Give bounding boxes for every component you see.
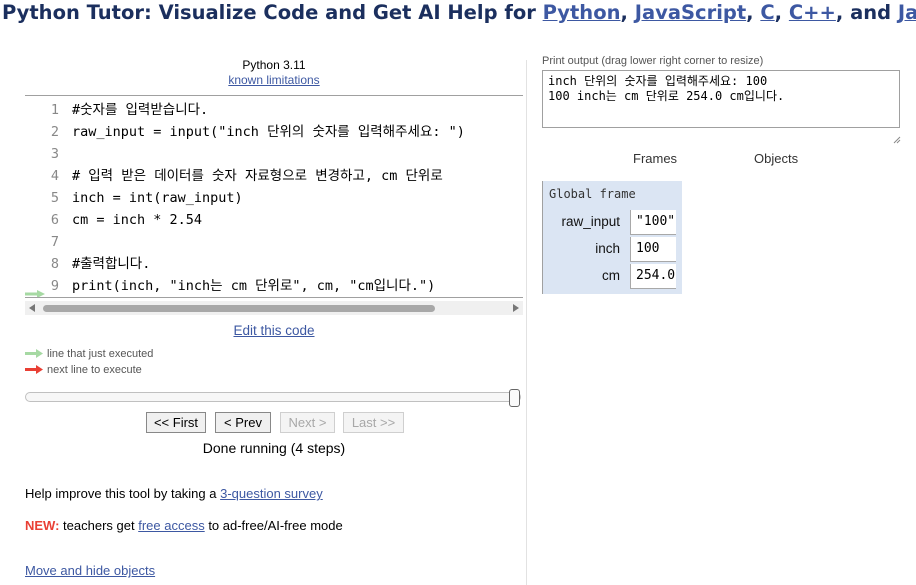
code-text: # 입력 받은 데이터를 숫자 자료형으로 변경하고, cm 단위로 bbox=[72, 168, 443, 184]
code-line: 3 bbox=[25, 143, 523, 165]
variable-row: cm 254.0 bbox=[543, 263, 683, 289]
prev-button[interactable]: < Prev bbox=[215, 412, 271, 433]
new-text-end: to ad-free/AI-free mode bbox=[204, 518, 343, 533]
variable-name: cm bbox=[602, 268, 620, 283]
language-label: Python 3.11 bbox=[242, 58, 306, 72]
code-text: print(inch, "inch는 cm 단위로", cm, "cm입니다."… bbox=[72, 278, 436, 294]
navigation-controls: << First < Prev Next > Last >> bbox=[25, 412, 523, 434]
code-display: 1 #숫자를 입력받습니다. 2 raw_input = input("inch… bbox=[25, 95, 523, 298]
scroll-right-arrow-icon[interactable] bbox=[513, 304, 519, 312]
line-number: 3 bbox=[50, 146, 59, 162]
code-line-current: 9 print(inch, "inch는 cm 단위로", cm, "cm입니다… bbox=[25, 275, 523, 297]
legend-just-executed-label: line that just executed bbox=[47, 348, 154, 360]
panel-divider bbox=[526, 60, 527, 585]
survey-notice: Help improve this tool by taking a 3-que… bbox=[25, 486, 323, 501]
line-number: 4 bbox=[50, 168, 59, 184]
header-separator: , bbox=[746, 1, 761, 24]
line-number: 8 bbox=[50, 256, 59, 272]
cpp-link[interactable]: C++ bbox=[789, 1, 836, 24]
frames-header: Frames bbox=[633, 151, 678, 166]
step-slider-track[interactable] bbox=[25, 392, 521, 402]
code-text: #숫자를 입력받습니다. bbox=[72, 102, 209, 118]
variable-value: 100 bbox=[630, 237, 676, 262]
header-separator: , bbox=[774, 1, 789, 24]
known-limitations-link[interactable]: known limitations bbox=[228, 73, 319, 87]
scrollbar-thumb[interactable] bbox=[43, 305, 435, 312]
edit-code-link[interactable]: Edit this code bbox=[233, 323, 314, 338]
last-button[interactable]: Last >> bbox=[343, 412, 404, 433]
code-line: 4 # 입력 받은 데이터를 숫자 자료형으로 변경하고, cm 단위로 bbox=[25, 165, 523, 187]
first-button[interactable]: << First bbox=[146, 412, 206, 433]
objects-header: Objects bbox=[754, 151, 799, 166]
print-output-box[interactable]: inch 단위의 숫자를 입력해주세요: 100 100 inch는 cm 단위… bbox=[542, 70, 900, 128]
code-panel: Python 3.11 known limitations 1 #숫자를 입력받… bbox=[25, 56, 523, 578]
red-arrow-icon bbox=[25, 365, 43, 374]
variable-name: raw_input bbox=[561, 214, 620, 229]
code-text: cm = inch * 2.54 bbox=[72, 212, 203, 228]
header-separator: , and bbox=[835, 1, 898, 24]
code-line: 5 inch = int(raw_input) bbox=[25, 187, 523, 209]
code-text: inch = int(raw_input) bbox=[72, 190, 243, 206]
variable-row: inch 100 bbox=[543, 236, 683, 262]
survey-link[interactable]: 3-question survey bbox=[220, 486, 323, 501]
new-text: teachers get bbox=[59, 518, 139, 533]
resize-handle-icon[interactable] bbox=[893, 131, 901, 149]
code-line: 2 raw_input = input("inch 단위의 숫자를 입력해주세요… bbox=[25, 121, 523, 143]
java-link[interactable]: Java bbox=[898, 1, 916, 24]
new-notice: NEW: teachers get free access to ad-free… bbox=[25, 518, 343, 533]
run-status: Done running (4 steps) bbox=[202, 440, 346, 456]
line-number: 1 bbox=[50, 102, 59, 118]
scroll-left-arrow-icon[interactable] bbox=[29, 304, 35, 312]
green-arrow-icon bbox=[25, 349, 43, 358]
code-line: 1 #숫자를 입력받습니다. bbox=[25, 99, 523, 121]
variable-row: raw_input "100" bbox=[543, 209, 683, 235]
step-slider-handle[interactable] bbox=[509, 389, 520, 407]
c-link[interactable]: C bbox=[760, 1, 774, 24]
new-label: NEW: bbox=[25, 518, 60, 533]
code-horizontal-scrollbar[interactable] bbox=[25, 301, 523, 315]
next-button[interactable]: Next > bbox=[280, 412, 335, 433]
line-number: 7 bbox=[50, 234, 59, 250]
variable-name: inch bbox=[595, 241, 620, 256]
page-header: Python Tutor: Visualize Code and Get AI … bbox=[0, 0, 916, 30]
legend-next-line-label: next line to execute bbox=[47, 364, 142, 376]
code-line: 6 cm = inch * 2.54 bbox=[25, 209, 523, 231]
line-number: 5 bbox=[50, 190, 59, 206]
survey-text: Help improve this tool by taking a bbox=[25, 486, 221, 501]
global-frame: Global frame raw_input "100" inch 100 cm… bbox=[542, 181, 682, 294]
variable-value: "100" bbox=[630, 210, 676, 235]
global-frame-title: Global frame bbox=[549, 187, 636, 201]
variable-value: 254.0 bbox=[630, 264, 676, 289]
move-hide-objects-link[interactable]: Move and hide objects bbox=[25, 563, 155, 578]
free-access-link[interactable]: free access bbox=[138, 518, 204, 533]
header-title: Python Tutor: Visualize Code and Get AI … bbox=[2, 1, 543, 24]
code-line: 7 bbox=[25, 231, 523, 253]
code-text: #출력합니다. bbox=[72, 256, 151, 272]
header-separator: , bbox=[620, 1, 635, 24]
code-line: 8 #출력합니다. bbox=[25, 253, 523, 275]
line-number: 6 bbox=[50, 212, 59, 228]
line-number: 2 bbox=[50, 124, 59, 140]
javascript-link[interactable]: JavaScript bbox=[635, 1, 746, 24]
code-text: raw_input = input("inch 단위의 숫자를 입력해주세요: … bbox=[72, 124, 465, 140]
line-number: 9 bbox=[50, 278, 59, 294]
python-link[interactable]: Python bbox=[543, 1, 621, 24]
print-output-label: Print output (drag lower right corner to… bbox=[542, 55, 764, 67]
